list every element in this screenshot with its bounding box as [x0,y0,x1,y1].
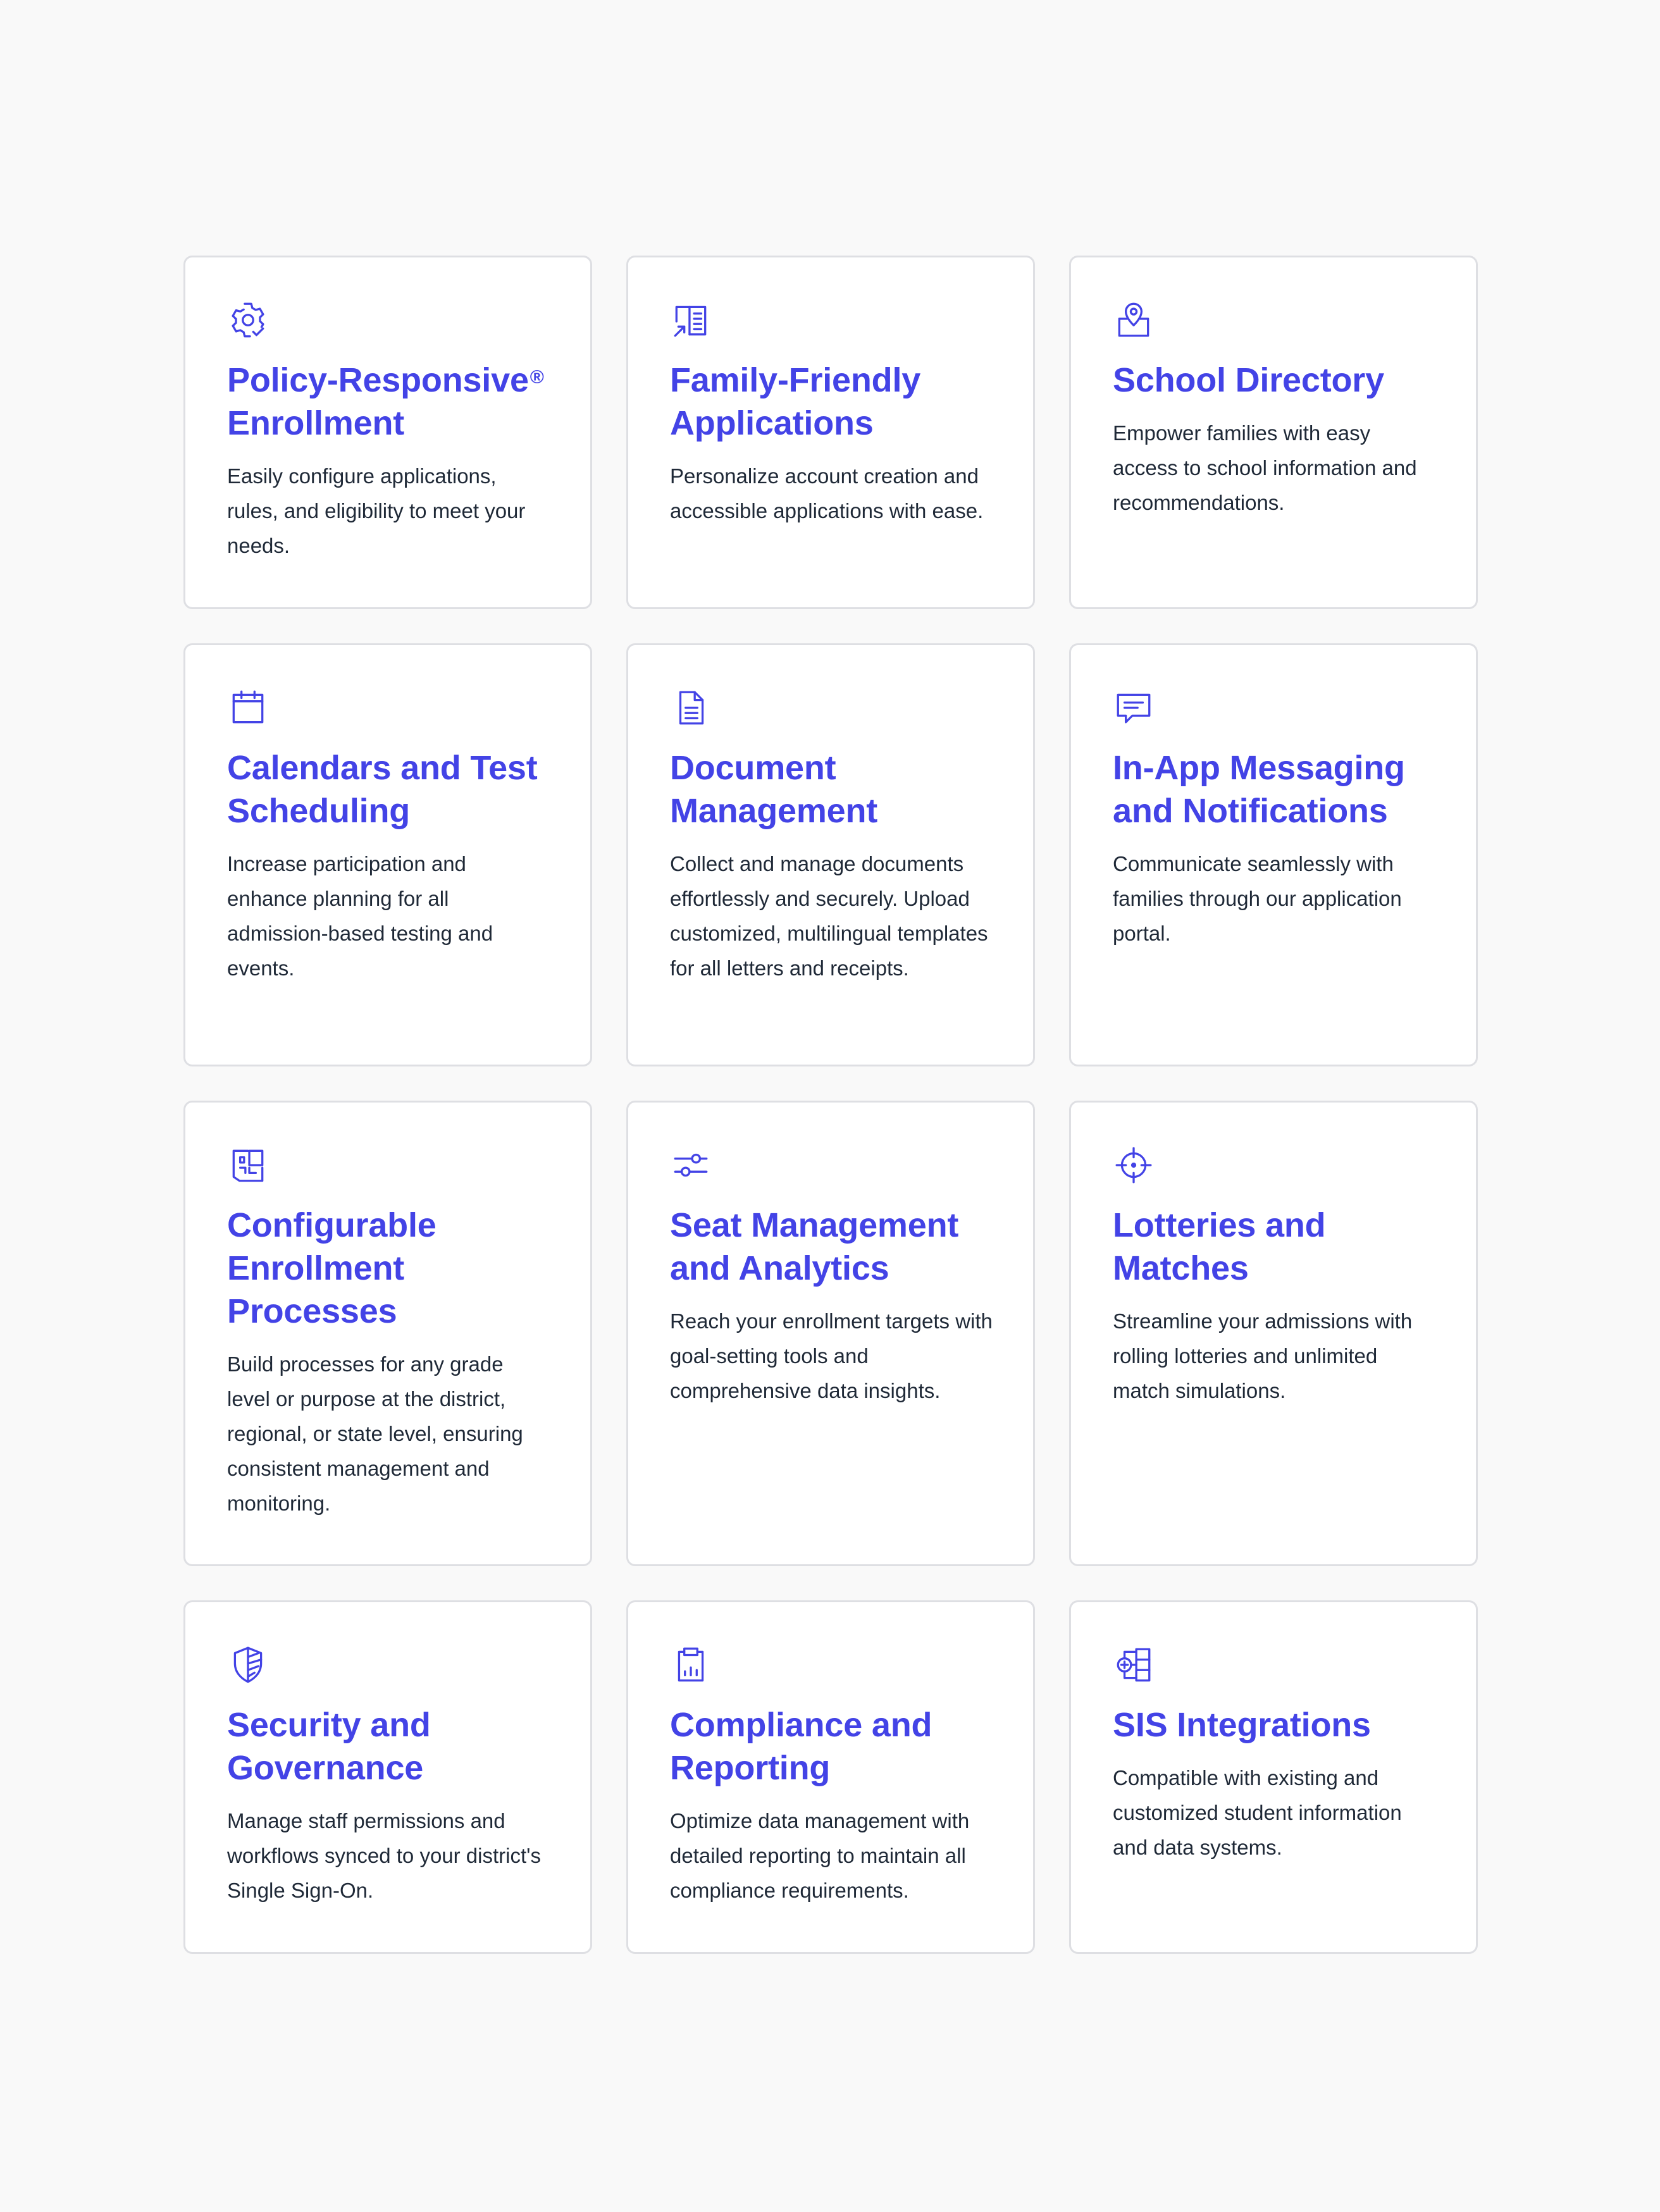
document-icon [670,687,712,729]
card-title: School Directory [1113,361,1384,399]
card-title: Configurable Enrollment Processes [227,1206,437,1330]
feature-card-compliance-reporting: Compliance and Reporting Optimize data m… [626,1600,1035,1954]
feature-card-school-directory: School Directory Empower families with e… [1069,256,1478,609]
gear-check-icon [227,299,269,341]
card-description: Streamline your admissions with rolling … [1113,1309,1413,1402]
feature-card-document-management: Document Management Collect and manage d… [626,643,1035,1066]
feature-card-configurable-enrollment-processes: Configurable Enrollment Processes Build … [183,1101,592,1566]
feature-card-in-app-messaging: In-App Messaging and Notifications Commu… [1069,643,1478,1066]
feature-card-sis-integrations: SIS Integrations Compatible with existin… [1069,1600,1478,1954]
chat-icon [1113,687,1155,729]
card-title: In-App Messaging and Notifications [1113,749,1405,830]
feature-card-family-friendly-applications: Family-Friendly Applications Personalize… [626,256,1035,609]
card-title: Seat Management and Analytics [670,1206,959,1287]
card-description: Personalize account creation and accessi… [670,464,984,522]
card-title: Family-Friendly Applications [670,361,921,442]
card-title: Calendars and Test Scheduling [227,749,538,830]
card-description: Optimize data management with detailed r… [670,1809,970,1902]
sliders-icon [670,1144,712,1186]
form-arrow-icon [670,299,712,341]
crosshair-icon [1113,1144,1155,1186]
card-description: Easily configure applications, rules, an… [227,464,526,557]
card-description: Compatible with existing and customized … [1113,1766,1402,1859]
calendar-icon [227,687,269,729]
feature-card-security-governance: Security and Governance Manage staff per… [183,1600,592,1954]
registered-mark: ® [530,367,544,388]
feature-grid: Policy-Responsive® Enrollment Easily conf… [183,256,1478,1954]
card-description: Build processes for any grade level or p… [227,1352,523,1515]
blueprint-icon [227,1144,269,1186]
card-title: SIS Integrations [1113,1706,1371,1744]
card-description: Increase participation and enhance plann… [227,852,493,980]
feature-card-policy-responsive-enrollment: Policy-Responsive® Enrollment Easily conf… [183,256,592,609]
card-description: Empower families with easy access to sch… [1113,421,1417,514]
card-description: Collect and manage documents effortlessl… [670,852,988,980]
card-title: Security and Governance [227,1706,431,1787]
feature-card-lotteries-matches: Lotteries and Matches Streamline your ad… [1069,1101,1478,1566]
shield-icon [227,1644,269,1686]
clipboard-chart-icon [670,1644,712,1686]
card-title: Policy-Responsive® Enrollment [227,361,544,442]
card-title: Lotteries and Matches [1113,1206,1326,1287]
card-description: Communicate seamlessly with families thr… [1113,852,1402,945]
card-title: Compliance and Reporting [670,1706,932,1787]
integration-icon [1113,1644,1155,1686]
card-title: Document Management [670,749,878,830]
card-description: Manage staff permissions and workflows s… [227,1809,541,1902]
card-description: Reach your enrollment targets with goal-… [670,1309,993,1402]
feature-card-seat-management-analytics: Seat Management and Analytics Reach your… [626,1101,1035,1566]
map-pin-icon [1113,299,1155,341]
feature-card-calendars-test-scheduling: Calendars and Test Scheduling Increase p… [183,643,592,1066]
